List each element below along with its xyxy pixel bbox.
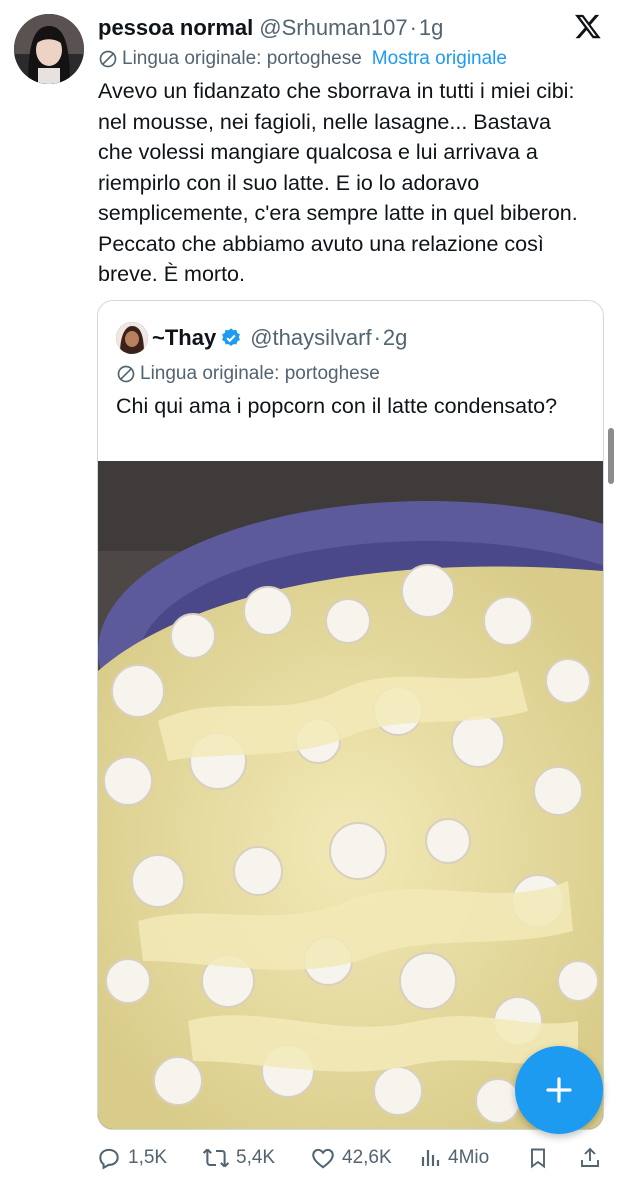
translation-note: Lingua originale: portoghese [122, 48, 362, 69]
author-handle[interactable]: @Srhuman107 [259, 15, 407, 40]
author-avatar[interactable] [14, 14, 84, 84]
translate-icon [117, 365, 135, 383]
reply-icon [99, 1148, 119, 1170]
views-count: 4Mio [448, 1147, 490, 1168]
share-icon [581, 1147, 599, 1167]
views-icon [421, 1150, 440, 1166]
separator-dot: · [409, 15, 417, 40]
bookmark-icon [531, 1148, 545, 1169]
quote-media-image[interactable] [98, 461, 603, 1129]
quote-time: 2g [382, 325, 408, 351]
compose-button[interactable] [515, 1046, 603, 1134]
quote-author-handle: @thaysilvarf [250, 325, 372, 351]
repost-icon [202, 1148, 230, 1168]
translate-icon [99, 50, 117, 68]
quote-text: Chi qui ama i popcorn con il latte conde… [116, 394, 558, 418]
verified-badge-icon [222, 328, 241, 347]
quote-translation-row: Lingua originale: portoghese [116, 359, 380, 389]
quote-header: ~Thay @thaysilvarf·2g [116, 319, 407, 355]
tweet: pessoa normal @Srhuman107·1g Lingua origi… [0, 0, 618, 1200]
show-original-link[interactable]: Mostra originale [372, 48, 507, 69]
quote-author-name: ~Thay [152, 325, 217, 351]
views-button[interactable]: 4Mio [418, 1140, 489, 1176]
tweet-text: Avevo un fidanzato che sborrava in tutti… [98, 79, 578, 286]
quoted-tweet[interactable]: ~Thay @thaysilvarf·2g Lingua originale: … [97, 300, 604, 1130]
share-button[interactable] [578, 1140, 608, 1176]
repost-count: 5,4K [236, 1147, 276, 1168]
tweet-time[interactable]: 1g [419, 15, 443, 40]
tweet-header: pessoa normal @Srhuman107·1g [98, 12, 558, 44]
like-count: 42,6K [342, 1147, 392, 1168]
plus-icon [546, 1077, 572, 1103]
reply-count: 1,5K [128, 1147, 168, 1168]
bookmark-button[interactable] [526, 1140, 556, 1176]
reply-button[interactable]: 1,5K [96, 1140, 167, 1176]
tweet-actions-bar: 1,5K 5,4K 42,6K 4Mio [96, 1140, 606, 1176]
translation-row: Lingua originale: portoghese Mostra origi… [98, 44, 507, 74]
quote-translation-note: Lingua originale: portoghese [140, 363, 380, 384]
quote-author-avatar [116, 322, 148, 355]
quote-separator-dot: · [373, 325, 381, 351]
x-logo-icon [575, 14, 601, 39]
heart-icon [312, 1148, 334, 1169]
repost-button[interactable]: 5,4K [202, 1140, 275, 1176]
author-name[interactable]: pessoa normal [98, 15, 253, 40]
like-button[interactable]: 42,6K [310, 1140, 392, 1176]
scrollbar[interactable] [608, 428, 614, 484]
